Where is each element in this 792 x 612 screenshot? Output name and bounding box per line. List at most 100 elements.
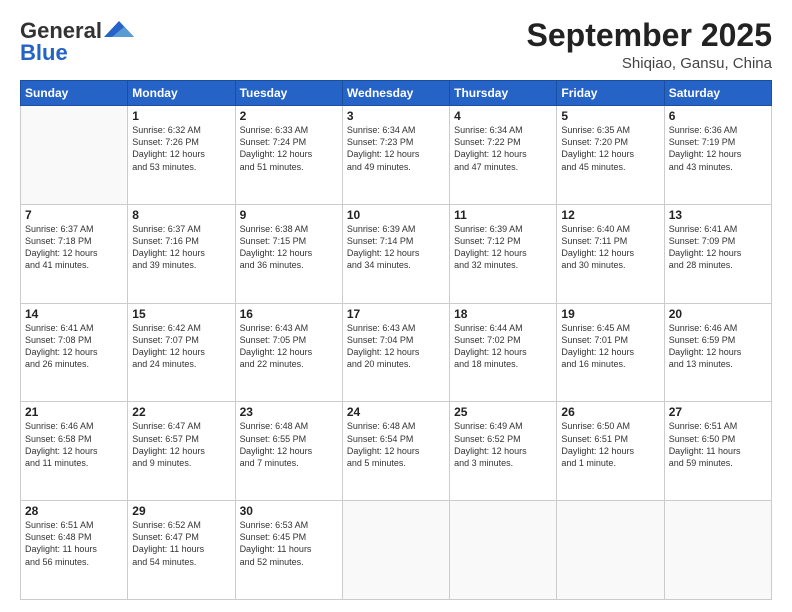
col-wednesday: Wednesday	[342, 81, 449, 106]
cell-info: Sunrise: 6:34 AM Sunset: 7:22 PM Dayligh…	[454, 124, 552, 173]
header: General Blue September 2025 Shiqiao, Gan…	[20, 18, 772, 72]
cell-info: Sunrise: 6:53 AM Sunset: 6:45 PM Dayligh…	[240, 519, 338, 568]
cell-info: Sunrise: 6:41 AM Sunset: 7:09 PM Dayligh…	[669, 223, 767, 272]
day-number: 21	[25, 405, 123, 419]
day-number: 24	[347, 405, 445, 419]
table-row	[342, 501, 449, 600]
col-saturday: Saturday	[664, 81, 771, 106]
day-number: 15	[132, 307, 230, 321]
calendar-week-row: 21Sunrise: 6:46 AM Sunset: 6:58 PM Dayli…	[21, 402, 772, 501]
table-row	[21, 106, 128, 205]
cell-info: Sunrise: 6:46 AM Sunset: 6:58 PM Dayligh…	[25, 420, 123, 469]
table-row: 15Sunrise: 6:42 AM Sunset: 7:07 PM Dayli…	[128, 303, 235, 402]
cell-info: Sunrise: 6:41 AM Sunset: 7:08 PM Dayligh…	[25, 322, 123, 371]
cell-info: Sunrise: 6:32 AM Sunset: 7:26 PM Dayligh…	[132, 124, 230, 173]
day-number: 12	[561, 208, 659, 222]
cell-info: Sunrise: 6:46 AM Sunset: 6:59 PM Dayligh…	[669, 322, 767, 371]
day-number: 9	[240, 208, 338, 222]
cell-info: Sunrise: 6:37 AM Sunset: 7:18 PM Dayligh…	[25, 223, 123, 272]
day-number: 30	[240, 504, 338, 518]
day-number: 26	[561, 405, 659, 419]
day-number: 7	[25, 208, 123, 222]
calendar-week-row: 14Sunrise: 6:41 AM Sunset: 7:08 PM Dayli…	[21, 303, 772, 402]
table-row: 22Sunrise: 6:47 AM Sunset: 6:57 PM Dayli…	[128, 402, 235, 501]
col-friday: Friday	[557, 81, 664, 106]
day-number: 28	[25, 504, 123, 518]
table-row: 20Sunrise: 6:46 AM Sunset: 6:59 PM Dayli…	[664, 303, 771, 402]
cell-info: Sunrise: 6:42 AM Sunset: 7:07 PM Dayligh…	[132, 322, 230, 371]
col-thursday: Thursday	[450, 81, 557, 106]
table-row	[557, 501, 664, 600]
table-row: 8Sunrise: 6:37 AM Sunset: 7:16 PM Daylig…	[128, 204, 235, 303]
calendar-table: Sunday Monday Tuesday Wednesday Thursday…	[20, 80, 772, 600]
cell-info: Sunrise: 6:51 AM Sunset: 6:50 PM Dayligh…	[669, 420, 767, 469]
table-row: 17Sunrise: 6:43 AM Sunset: 7:04 PM Dayli…	[342, 303, 449, 402]
cell-info: Sunrise: 6:47 AM Sunset: 6:57 PM Dayligh…	[132, 420, 230, 469]
day-number: 2	[240, 109, 338, 123]
calendar-week-row: 28Sunrise: 6:51 AM Sunset: 6:48 PM Dayli…	[21, 501, 772, 600]
location: Shiqiao, Gansu, China	[527, 55, 772, 72]
cell-info: Sunrise: 6:44 AM Sunset: 7:02 PM Dayligh…	[454, 322, 552, 371]
day-number: 1	[132, 109, 230, 123]
table-row: 14Sunrise: 6:41 AM Sunset: 7:08 PM Dayli…	[21, 303, 128, 402]
day-number: 23	[240, 405, 338, 419]
table-row: 1Sunrise: 6:32 AM Sunset: 7:26 PM Daylig…	[128, 106, 235, 205]
col-sunday: Sunday	[21, 81, 128, 106]
cell-info: Sunrise: 6:36 AM Sunset: 7:19 PM Dayligh…	[669, 124, 767, 173]
day-number: 19	[561, 307, 659, 321]
title-block: September 2025 Shiqiao, Gansu, China	[527, 18, 772, 72]
month-title: September 2025	[527, 18, 772, 53]
cell-info: Sunrise: 6:39 AM Sunset: 7:12 PM Dayligh…	[454, 223, 552, 272]
table-row: 23Sunrise: 6:48 AM Sunset: 6:55 PM Dayli…	[235, 402, 342, 501]
day-number: 8	[132, 208, 230, 222]
day-number: 22	[132, 405, 230, 419]
cell-info: Sunrise: 6:43 AM Sunset: 7:05 PM Dayligh…	[240, 322, 338, 371]
day-number: 18	[454, 307, 552, 321]
cell-info: Sunrise: 6:37 AM Sunset: 7:16 PM Dayligh…	[132, 223, 230, 272]
day-number: 29	[132, 504, 230, 518]
cell-info: Sunrise: 6:33 AM Sunset: 7:24 PM Dayligh…	[240, 124, 338, 173]
day-number: 25	[454, 405, 552, 419]
cell-info: Sunrise: 6:50 AM Sunset: 6:51 PM Dayligh…	[561, 420, 659, 469]
table-row: 28Sunrise: 6:51 AM Sunset: 6:48 PM Dayli…	[21, 501, 128, 600]
day-number: 11	[454, 208, 552, 222]
table-row: 10Sunrise: 6:39 AM Sunset: 7:14 PM Dayli…	[342, 204, 449, 303]
cell-info: Sunrise: 6:45 AM Sunset: 7:01 PM Dayligh…	[561, 322, 659, 371]
logo-blue: Blue	[20, 40, 68, 66]
table-row: 7Sunrise: 6:37 AM Sunset: 7:18 PM Daylig…	[21, 204, 128, 303]
cell-info: Sunrise: 6:51 AM Sunset: 6:48 PM Dayligh…	[25, 519, 123, 568]
day-number: 17	[347, 307, 445, 321]
calendar-header-row: Sunday Monday Tuesday Wednesday Thursday…	[21, 81, 772, 106]
cell-info: Sunrise: 6:48 AM Sunset: 6:54 PM Dayligh…	[347, 420, 445, 469]
table-row: 16Sunrise: 6:43 AM Sunset: 7:05 PM Dayli…	[235, 303, 342, 402]
day-number: 3	[347, 109, 445, 123]
table-row: 4Sunrise: 6:34 AM Sunset: 7:22 PM Daylig…	[450, 106, 557, 205]
calendar-week-row: 7Sunrise: 6:37 AM Sunset: 7:18 PM Daylig…	[21, 204, 772, 303]
table-row: 2Sunrise: 6:33 AM Sunset: 7:24 PM Daylig…	[235, 106, 342, 205]
table-row: 19Sunrise: 6:45 AM Sunset: 7:01 PM Dayli…	[557, 303, 664, 402]
day-number: 27	[669, 405, 767, 419]
day-number: 16	[240, 307, 338, 321]
day-number: 10	[347, 208, 445, 222]
table-row	[664, 501, 771, 600]
table-row: 5Sunrise: 6:35 AM Sunset: 7:20 PM Daylig…	[557, 106, 664, 205]
day-number: 13	[669, 208, 767, 222]
day-number: 14	[25, 307, 123, 321]
table-row: 24Sunrise: 6:48 AM Sunset: 6:54 PM Dayli…	[342, 402, 449, 501]
table-row: 11Sunrise: 6:39 AM Sunset: 7:12 PM Dayli…	[450, 204, 557, 303]
table-row: 6Sunrise: 6:36 AM Sunset: 7:19 PM Daylig…	[664, 106, 771, 205]
day-number: 20	[669, 307, 767, 321]
table-row: 12Sunrise: 6:40 AM Sunset: 7:11 PM Dayli…	[557, 204, 664, 303]
cell-info: Sunrise: 6:40 AM Sunset: 7:11 PM Dayligh…	[561, 223, 659, 272]
col-monday: Monday	[128, 81, 235, 106]
page: General Blue September 2025 Shiqiao, Gan…	[0, 0, 792, 612]
table-row: 25Sunrise: 6:49 AM Sunset: 6:52 PM Dayli…	[450, 402, 557, 501]
cell-info: Sunrise: 6:49 AM Sunset: 6:52 PM Dayligh…	[454, 420, 552, 469]
cell-info: Sunrise: 6:43 AM Sunset: 7:04 PM Dayligh…	[347, 322, 445, 371]
col-tuesday: Tuesday	[235, 81, 342, 106]
table-row: 27Sunrise: 6:51 AM Sunset: 6:50 PM Dayli…	[664, 402, 771, 501]
table-row: 18Sunrise: 6:44 AM Sunset: 7:02 PM Dayli…	[450, 303, 557, 402]
cell-info: Sunrise: 6:35 AM Sunset: 7:20 PM Dayligh…	[561, 124, 659, 173]
cell-info: Sunrise: 6:48 AM Sunset: 6:55 PM Dayligh…	[240, 420, 338, 469]
table-row: 3Sunrise: 6:34 AM Sunset: 7:23 PM Daylig…	[342, 106, 449, 205]
